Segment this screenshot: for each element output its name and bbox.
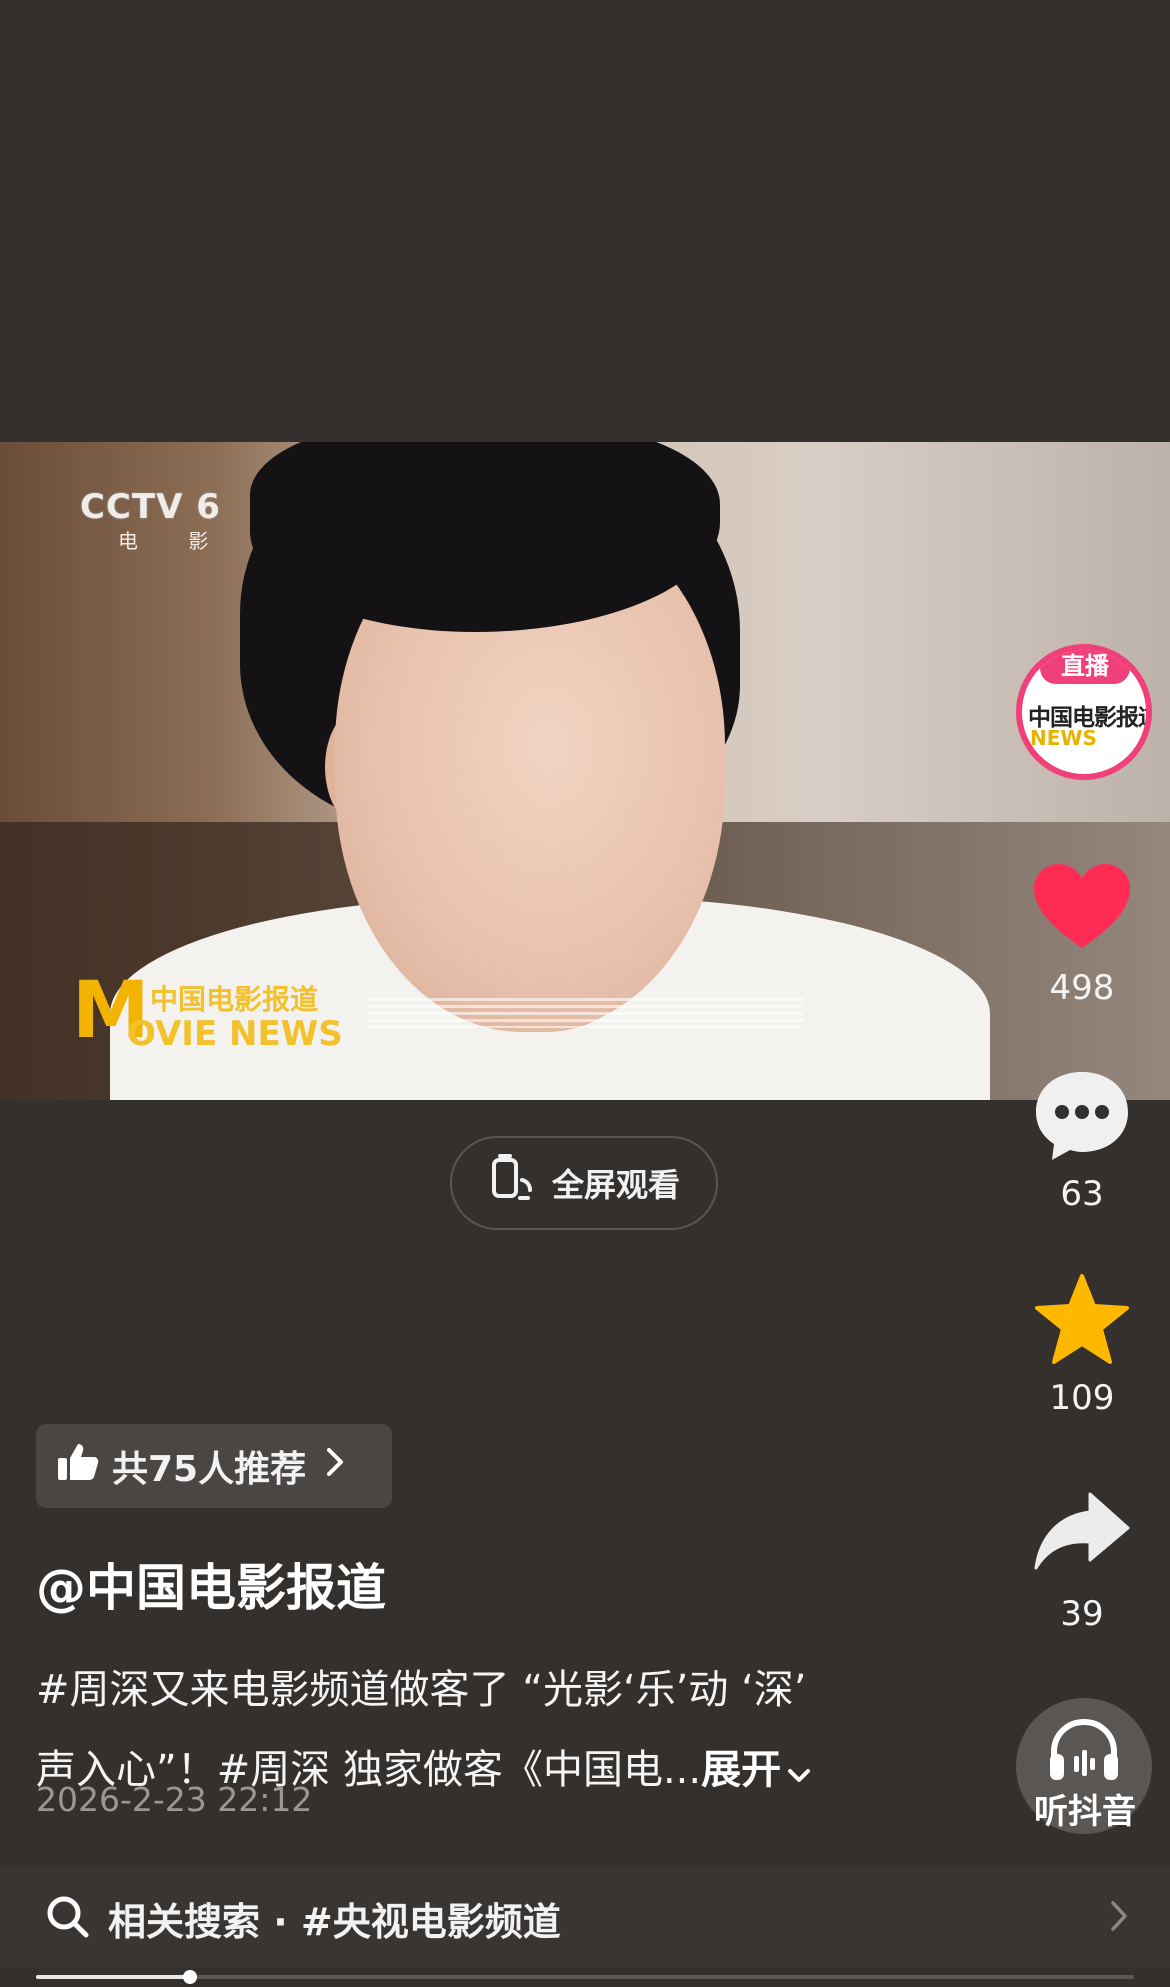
expand-button[interactable]: 展开: [701, 1747, 811, 1793]
star-icon: [1032, 1274, 1132, 1372]
recommend-button[interactable]: 共75人推荐: [36, 1424, 392, 1508]
chevron-right-icon: [324, 1446, 346, 1487]
channel-sub: 电 影: [118, 529, 231, 553]
share-arrow-icon: [1032, 1492, 1132, 1578]
comment-icon: [1032, 1072, 1132, 1168]
post-timestamp: 2026-2-23 22:12: [36, 1780, 313, 1819]
listen-label: 听抖音: [1034, 1792, 1136, 1832]
share-button[interactable]: 39: [1022, 1490, 1142, 1634]
subtitle-bar: [368, 998, 803, 1028]
avatar-text-en: NEWS: [1030, 726, 1097, 750]
related-search-bar[interactable]: 相关搜索 · #央视电影频道: [0, 1868, 1170, 1968]
headphones-icon: [1046, 1716, 1122, 1790]
progress-knob[interactable]: [183, 1970, 197, 1984]
channel-logo: CCTV 6: [80, 487, 221, 527]
chevron-down-icon: [787, 1732, 811, 1812]
recommend-label: 共75人推荐: [112, 1449, 307, 1490]
heart-icon: [1032, 864, 1132, 956]
author-avatar[interactable]: 直播 中国电影报道 NEWS: [1016, 644, 1152, 780]
search-icon: [44, 1893, 90, 1943]
expand-label: 展开: [701, 1747, 782, 1793]
rotate-phone-icon: [488, 1154, 538, 1212]
description-line-1: #周深又来电影频道做客了 “光影‘乐’动 ‘深’: [36, 1667, 807, 1713]
share-count: 39: [1060, 1594, 1104, 1634]
related-search-label: 相关搜索 · #央视电影频道: [108, 1899, 561, 1944]
like-button[interactable]: 498: [1022, 862, 1142, 1008]
program-watermark: M 中国电影报道 OVIE NEWS: [72, 972, 343, 1054]
like-count: 498: [1049, 968, 1115, 1008]
fullscreen-label: 全屏观看: [551, 1166, 680, 1204]
favorite-count: 109: [1049, 1378, 1115, 1418]
progress-fill: [36, 1975, 190, 1979]
program-logo-en: OVIE NEWS: [127, 1014, 343, 1054]
author-name[interactable]: @中国电影报道: [36, 1548, 386, 1620]
chevron-right-icon: [1108, 1899, 1130, 1937]
comment-button[interactable]: 63: [1022, 1068, 1142, 1214]
fullscreen-button[interactable]: 全屏观看: [450, 1136, 718, 1230]
thumbs-up-icon: [56, 1440, 100, 1493]
comment-count: 63: [1060, 1174, 1104, 1214]
channel-watermark: CCTV 6 电 影: [80, 487, 230, 554]
progress-track[interactable]: [36, 1975, 1134, 1979]
live-badge: 直播: [1040, 650, 1130, 684]
program-logo-cn: 中国电影报道: [150, 983, 319, 1016]
video-player[interactable]: CCTV 6 电 影 M 中国电影报道 OVIE NEWS: [0, 442, 1170, 1100]
favorite-button[interactable]: 109: [1022, 1272, 1142, 1418]
